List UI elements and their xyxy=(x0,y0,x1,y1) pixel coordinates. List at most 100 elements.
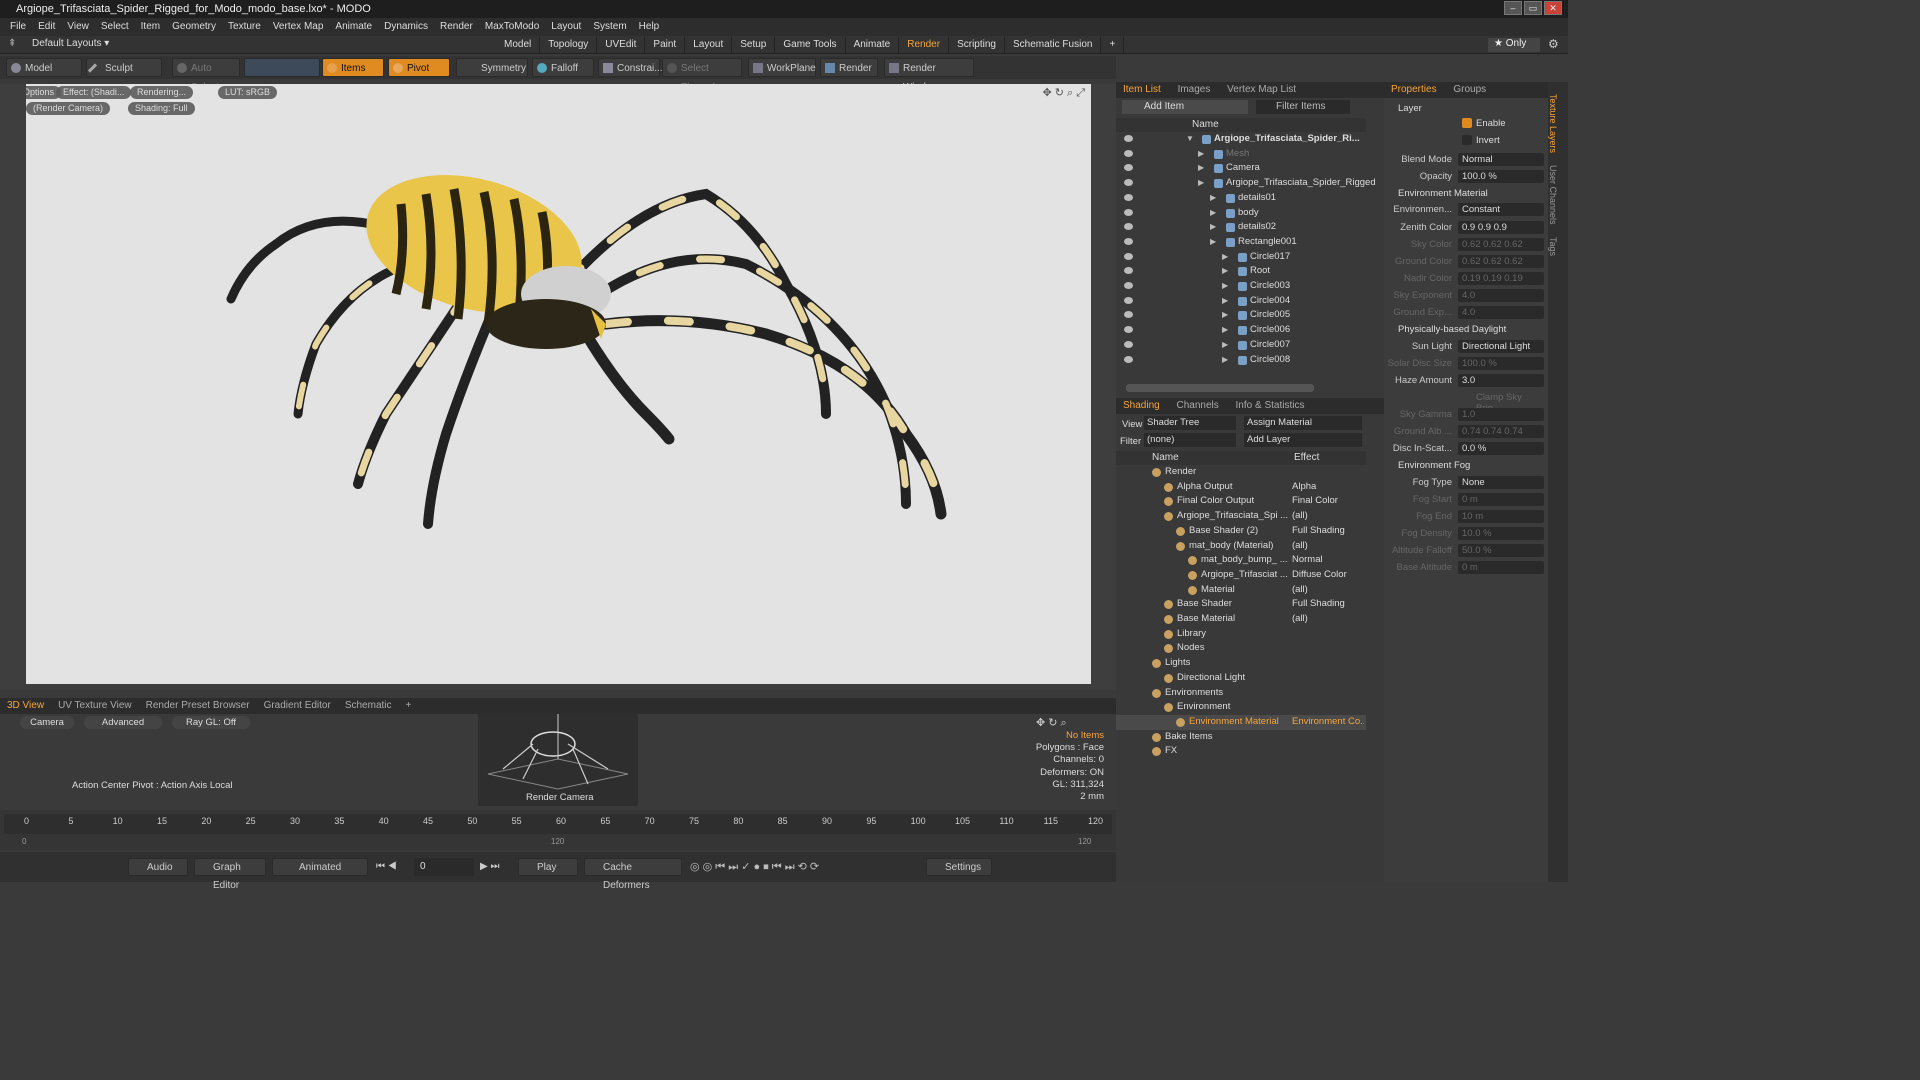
expand-arrow-icon[interactable]: ▶ xyxy=(1222,323,1228,338)
property-value[interactable]: Constant xyxy=(1458,203,1544,216)
add-layer-dropdown[interactable]: Add Layer xyxy=(1244,433,1362,447)
expand-arrow-icon[interactable]: ▶ xyxy=(1222,338,1228,353)
tab-groups[interactable]: Groups xyxy=(1446,84,1493,95)
shader-effect[interactable]: (all) xyxy=(1292,509,1364,524)
menu-file[interactable]: File xyxy=(4,18,32,36)
add-tab-button[interactable]: + xyxy=(1101,37,1125,53)
menu-vertex-map[interactable]: Vertex Map xyxy=(267,18,330,36)
timeline[interactable]: 0 5 10 15 20 25 30 35 40 45 50 55 60 65 70 75 80 85 90 95 10… xyxy=(0,810,1116,850)
shader-row[interactable]: Environments xyxy=(1116,686,1366,701)
expand-arrow-icon[interactable]: ▶ xyxy=(1222,264,1228,279)
tab-scripting[interactable]: Scripting xyxy=(949,37,1005,53)
tab-schematic-fusion[interactable]: Schematic Fusion xyxy=(1005,37,1102,53)
tab-shading[interactable]: Shading xyxy=(1116,400,1167,411)
menu-select[interactable]: Select xyxy=(95,18,135,36)
menu-geometry[interactable]: Geometry xyxy=(166,18,222,36)
item-row[interactable]: ▶ details02 xyxy=(1116,220,1366,235)
tab-paint[interactable]: Paint xyxy=(645,37,686,53)
item-row[interactable]: ▶ Circle005 xyxy=(1116,308,1366,323)
menu-animate[interactable]: Animate xyxy=(329,18,378,36)
tab-game-tools[interactable]: Game Tools xyxy=(775,37,846,53)
expand-arrow-icon[interactable]: ▶ xyxy=(1198,147,1204,162)
item-row[interactable]: ▶ Circle008 xyxy=(1116,353,1366,368)
expand-arrow-icon[interactable]: ▶ xyxy=(1222,279,1228,294)
tab-user-channels[interactable]: User Channels xyxy=(1548,165,1558,225)
item-row[interactable]: ▶ Circle007 xyxy=(1116,338,1366,353)
expand-arrow-icon[interactable]: ▶ xyxy=(1210,220,1216,235)
close-button[interactable]: ✕ xyxy=(1544,1,1562,15)
constrain-button[interactable]: Constrai... xyxy=(598,58,663,77)
property-value[interactable]: 0.62 0.62 0.62 xyxy=(1458,255,1544,268)
viewport-effect-button[interactable]: Effect: (Shadi... xyxy=(56,86,132,99)
assign-material-button[interactable]: Assign Material xyxy=(1244,416,1362,430)
tab-tags[interactable]: Tags xyxy=(1548,237,1558,256)
graph-editor-button[interactable]: Graph Editor xyxy=(194,858,266,891)
item-row[interactable]: ▶ Camera xyxy=(1116,161,1366,176)
play-button[interactable]: Play xyxy=(518,858,578,876)
tab-gradient-editor[interactable]: Gradient Editor xyxy=(257,698,338,714)
select-through-button[interactable]: Select Through xyxy=(662,58,742,93)
property-value[interactable]: 4.0 xyxy=(1458,289,1544,302)
visibility-eye-icon[interactable] xyxy=(1124,355,1133,363)
viewport-rendering-button[interactable]: Rendering... xyxy=(130,86,194,99)
maximize-button[interactable]: ▭ xyxy=(1524,1,1542,15)
add-item-button[interactable]: Add Item xyxy=(1122,100,1248,114)
visibility-eye-icon[interactable] xyxy=(1124,135,1133,142)
shader-row[interactable]: Material (all) xyxy=(1116,583,1366,598)
visibility-eye-icon[interactable] xyxy=(1124,282,1133,289)
tab-model[interactable]: Model xyxy=(496,37,541,53)
layout-arrow-icon[interactable]: ⇞ xyxy=(8,38,16,49)
cache-deformers-button[interactable]: Cache Deformers xyxy=(584,858,682,891)
render-window-button[interactable]: Render Window xyxy=(884,58,974,93)
tab-info-statistics[interactable]: Info & Statistics xyxy=(1229,400,1312,411)
property-value[interactable]: 0.62 0.62 0.62 xyxy=(1458,238,1544,251)
model-mode-button[interactable]: Model xyxy=(6,58,82,77)
expand-arrow-icon[interactable]: ▶ xyxy=(1210,191,1216,206)
tab-topology[interactable]: Topology xyxy=(540,37,598,53)
minimize-button[interactable]: – xyxy=(1504,1,1522,15)
menu-system[interactable]: System xyxy=(587,18,632,36)
visibility-eye-icon[interactable] xyxy=(1124,296,1133,304)
shader-row[interactable]: FX xyxy=(1116,744,1366,759)
item-row[interactable]: ▼ Argiope_Trifasciata_Spider_Ri... xyxy=(1116,132,1366,147)
mini-view-nav-icons[interactable]: ✥ ↻ ⌕ xyxy=(1036,716,1067,730)
tab-setup[interactable]: Setup xyxy=(732,37,776,53)
property-value[interactable]: 1.0 xyxy=(1458,408,1544,421)
visibility-eye-icon[interactable] xyxy=(1124,208,1133,216)
expand-arrow-icon[interactable]: ▶ xyxy=(1222,250,1228,265)
visibility-eye-icon[interactable] xyxy=(1124,149,1133,157)
invert-checkbox[interactable] xyxy=(1462,135,1472,145)
property-value[interactable]: Directional Light xyxy=(1458,340,1544,353)
property-value[interactable]: 0.0 % xyxy=(1458,442,1544,455)
tab-layout[interactable]: Layout xyxy=(685,37,733,53)
item-row[interactable]: ▶ details01 xyxy=(1116,191,1366,206)
items-mode-button[interactable]: Items xyxy=(322,58,384,77)
menu-maxtomodo[interactable]: MaxToModo xyxy=(479,18,545,36)
tab-animate[interactable]: Animate xyxy=(846,37,900,53)
default-layouts-dropdown[interactable]: Default Layouts ▾ xyxy=(32,38,109,49)
filter-items-input[interactable]: Filter Items xyxy=(1256,100,1350,114)
property-value[interactable]: 0.9 0.9 0.9 xyxy=(1458,221,1544,234)
shader-effect[interactable]: Full Shading xyxy=(1292,524,1364,539)
menu-help[interactable]: Help xyxy=(633,18,666,36)
item-row[interactable]: ▶ Root xyxy=(1116,264,1366,279)
property-value[interactable]: 0 m xyxy=(1458,493,1544,506)
3d-viewport[interactable]: Options Effect: (Shadi... Rendering... L… xyxy=(26,84,1091,684)
view-dropdown[interactable]: Shader Tree xyxy=(1144,416,1236,430)
tab-render[interactable]: Render xyxy=(899,37,950,53)
visibility-eye-icon[interactable] xyxy=(1124,311,1133,319)
item-row[interactable]: ▶ Circle003 xyxy=(1116,279,1366,294)
property-value[interactable]: 0.19 0.19 0.19 xyxy=(1458,272,1544,285)
settings-button[interactable]: Settings xyxy=(926,858,992,876)
shader-row[interactable]: Base Shader (2) Full Shading xyxy=(1116,524,1366,539)
shader-row[interactable]: Render xyxy=(1116,465,1366,480)
shader-row[interactable]: Argiope_Trifasciat ... Diffuse Color xyxy=(1116,568,1366,583)
symmetry-button[interactable]: Symmetry xyxy=(456,58,528,77)
tab-properties[interactable]: Properties xyxy=(1384,84,1444,95)
gear-icon[interactable]: ⚙ xyxy=(1548,37,1559,51)
tab-schematic[interactable]: Schematic xyxy=(338,698,399,714)
menu-layout[interactable]: Layout xyxy=(545,18,587,36)
shader-row[interactable]: Environment xyxy=(1116,700,1366,715)
visibility-eye-icon[interactable] xyxy=(1124,326,1133,334)
visibility-eye-icon[interactable] xyxy=(1124,223,1133,231)
